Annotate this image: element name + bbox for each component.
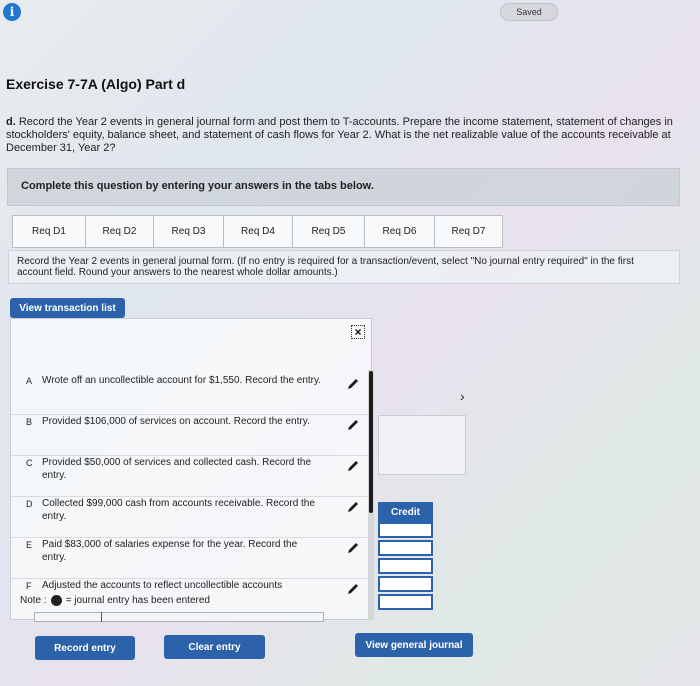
transaction-letter: A [26, 376, 33, 386]
pencil-icon[interactable] [346, 500, 360, 514]
credit-input-1[interactable] [378, 522, 433, 538]
credit-input-2[interactable] [378, 540, 433, 556]
note-suffix: = journal entry has been entered [65, 595, 210, 606]
credit-input-3[interactable] [378, 558, 433, 574]
tab-req-d3[interactable]: Req D3 [153, 215, 224, 248]
saved-status-badge: Saved [500, 3, 558, 21]
transaction-row-a[interactable]: A Wrote off an uncollectible account for… [11, 374, 371, 415]
transaction-text: Provided $50,000 of services and collect… [42, 457, 312, 481]
transaction-text: Collected $99,000 cash from accounts rec… [42, 498, 315, 522]
tab-req-d1[interactable]: Req D1 [12, 215, 86, 248]
view-general-journal-button[interactable]: View general journal [355, 633, 473, 657]
text-cursor [101, 612, 102, 622]
complete-instructions-box: Complete this question by entering your … [7, 168, 680, 206]
chevron-right-icon[interactable]: › [460, 388, 465, 404]
transaction-row-d[interactable]: D Collected $99,000 cash from accounts r… [11, 497, 371, 538]
transaction-letter: E [26, 540, 33, 550]
transaction-row-b[interactable]: B Provided $106,000 of services on accou… [11, 415, 371, 456]
tab-req-d4[interactable]: Req D4 [223, 215, 293, 248]
exercise-title: Exercise 7-7A (Algo) Part d [6, 76, 186, 92]
transaction-text: Provided $106,000 of services on account… [42, 416, 310, 427]
pencil-icon[interactable] [346, 582, 360, 596]
question-text: d. Record the Year 2 events in general j… [6, 116, 694, 155]
transaction-row-c[interactable]: C Provided $50,000 of services and colle… [11, 456, 371, 497]
pencil-icon[interactable] [346, 459, 360, 473]
transaction-letter: B [26, 417, 33, 427]
info-icon[interactable]: i [3, 3, 21, 21]
pencil-icon[interactable] [346, 541, 360, 555]
tab-req-d6[interactable]: Req D6 [364, 215, 435, 248]
clear-entry-button[interactable]: Clear entry [164, 635, 265, 659]
record-entry-button[interactable]: Record entry [35, 636, 135, 660]
note-prefix: Note : [20, 595, 47, 606]
part-label: d. [6, 116, 16, 128]
credit-input-5[interactable] [378, 594, 433, 610]
journal-entry-box [378, 415, 466, 475]
view-transaction-list-button[interactable]: View transaction list [10, 298, 125, 318]
question-body: Record the Year 2 events in general jour… [6, 116, 673, 154]
transaction-list-panel: A Wrote off an uncollectible account for… [10, 318, 372, 620]
journal-input-strip[interactable] [34, 612, 324, 622]
tab-req-d2[interactable]: Req D2 [85, 215, 154, 248]
note: Note : = journal entry has been entered [20, 595, 210, 606]
transaction-text: Wrote off an uncollectible account for $… [42, 375, 322, 386]
close-icon[interactable]: × [351, 325, 365, 339]
requirement-tabs: Req D1 Req D2 Req D3 Req D4 Req D5 Req D… [12, 215, 503, 248]
tab-req-d5[interactable]: Req D5 [292, 215, 365, 248]
transaction-row-e[interactable]: E Paid $83,000 of salaries expense for t… [11, 538, 371, 579]
transaction-letter: C [26, 458, 33, 468]
transaction-letter: D [26, 499, 33, 509]
transaction-text: Adjusted the accounts to reflect uncolle… [42, 580, 283, 591]
top-bar: i Saved [0, 0, 700, 28]
credit-input-4[interactable] [378, 576, 433, 592]
pencil-icon[interactable] [346, 418, 360, 432]
tab-instructions: Record the Year 2 events in general jour… [8, 250, 680, 284]
pencil-icon[interactable] [346, 377, 360, 391]
transaction-text: Paid $83,000 of salaries expense for the… [42, 539, 298, 563]
scrollbar-thumb[interactable] [369, 371, 373, 513]
tab-req-d7[interactable]: Req D7 [434, 215, 503, 248]
credit-column-header: Credit [378, 502, 433, 522]
transaction-letter: F [26, 581, 32, 591]
entered-dot-icon [50, 595, 62, 606]
